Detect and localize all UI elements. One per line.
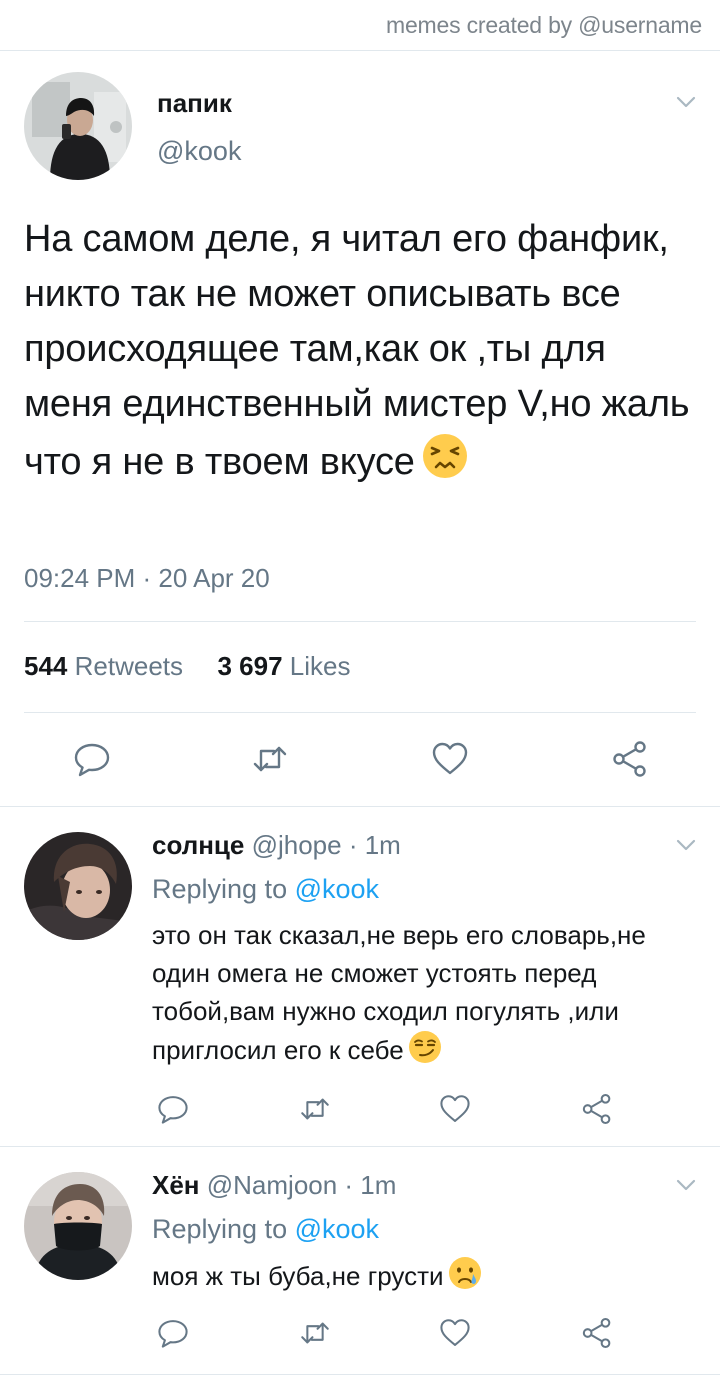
replying-to: Replying to @kook <box>152 1214 379 1245</box>
replying-to: Replying to @kook <box>152 874 379 905</box>
author-handle[interactable]: @kook <box>157 136 241 167</box>
share-icon[interactable] <box>610 739 650 779</box>
chevron-down-icon[interactable] <box>676 95 696 109</box>
like-icon[interactable] <box>430 739 470 779</box>
reply-author[interactable]: солнце @jhope · 1m <box>152 830 401 861</box>
replying-to-label: Replying to <box>152 1214 288 1244</box>
divider <box>0 1146 720 1147</box>
retweet-icon[interactable] <box>298 1316 332 1350</box>
crying-face-emoji <box>448 1256 482 1300</box>
reply-author-name[interactable]: Хён <box>152 1170 200 1200</box>
likes-count[interactable]: 3 697 <box>217 651 282 681</box>
tweet-text-body: На самом деле, я читал его фанфик, никто… <box>24 218 690 483</box>
reply-author[interactable]: Хён @Namjoon · 1m <box>152 1170 396 1201</box>
divider <box>24 621 696 622</box>
reply-icon[interactable] <box>156 1316 190 1350</box>
tweet-text: На самом деле, я читал его фанфик, никто… <box>24 212 704 496</box>
smirking-face-emoji <box>408 1030 442 1074</box>
reply-handle-time: @Namjoon · 1m <box>206 1170 397 1200</box>
likes-label[interactable]: Likes <box>290 651 351 681</box>
tweet-stats: 544 Retweets 3 697 Likes <box>24 651 351 682</box>
reply-handle-time: @jhope · 1m <box>251 830 401 860</box>
avatar[interactable] <box>24 72 132 180</box>
top-divider <box>0 50 720 51</box>
mention-link[interactable]: @kook <box>295 1214 379 1244</box>
retweets-count[interactable]: 544 <box>24 651 67 681</box>
watermark-text: memes created by @username <box>385 12 702 38</box>
divider <box>24 712 696 713</box>
retweet-icon[interactable] <box>250 739 290 779</box>
chevron-down-icon[interactable] <box>676 1178 696 1192</box>
reply-icon[interactable] <box>156 1092 190 1126</box>
like-icon[interactable] <box>438 1092 472 1126</box>
divider <box>0 1374 720 1375</box>
mention-link[interactable]: @kook <box>295 874 379 904</box>
like-icon[interactable] <box>438 1316 472 1350</box>
avatar[interactable] <box>24 1172 132 1280</box>
replying-to-label: Replying to <box>152 874 288 904</box>
avatar[interactable] <box>24 832 132 940</box>
chevron-down-icon[interactable] <box>676 838 696 852</box>
divider <box>0 806 720 807</box>
share-icon[interactable] <box>580 1092 614 1126</box>
reply-text-body: моя ж ты буба,не грусти <box>152 1261 444 1291</box>
reply-text: это он так сказал,не верь его словарь,не… <box>152 916 702 1074</box>
reply-text: моя ж ты буба,не грусти <box>152 1256 702 1300</box>
reply-author-name[interactable]: солнце <box>152 830 244 860</box>
retweets-label[interactable]: Retweets <box>75 651 183 681</box>
reply-text-body: это он так сказал,не верь его словарь,не… <box>152 920 646 1065</box>
author-name[interactable]: папик <box>157 88 232 119</box>
share-icon[interactable] <box>580 1316 614 1350</box>
persevering-face-emoji <box>421 432 469 496</box>
retweet-icon[interactable] <box>298 1092 332 1126</box>
tweet-timestamp: 09:24 PM · 20 Apr 20 <box>24 563 270 593</box>
reply-icon[interactable] <box>72 739 112 779</box>
